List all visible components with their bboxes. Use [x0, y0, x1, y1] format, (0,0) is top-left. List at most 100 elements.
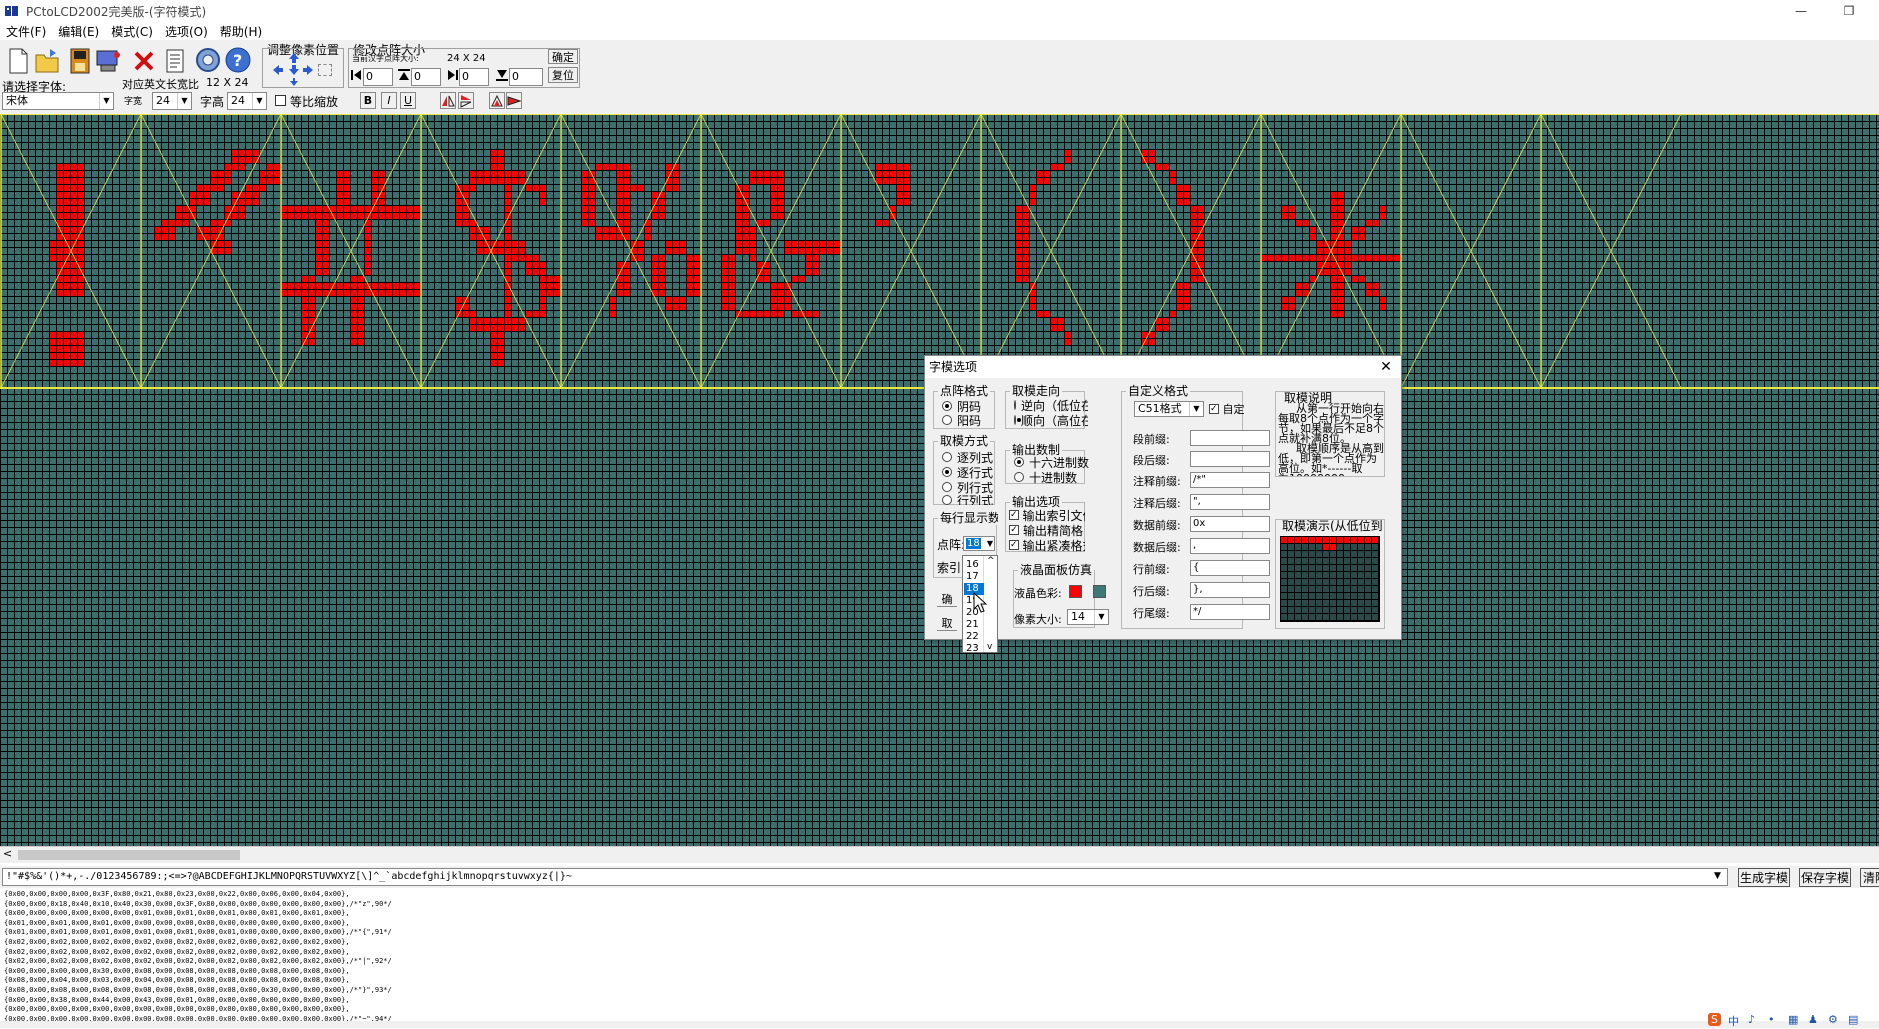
check-tight[interactable]: ✓输出紧凑格式: [1009, 538, 1085, 552]
pixel-on: [197, 234, 203, 240]
top-spin[interactable]: 0: [411, 68, 441, 86]
radio-decimal[interactable]: 十进制数: [1014, 470, 1077, 485]
open-file-button[interactable]: [33, 43, 60, 77]
batch-button[interactable]: [95, 43, 122, 77]
reset-size-button[interactable]: 复位: [548, 67, 578, 83]
italic-button[interactable]: I: [381, 92, 397, 109]
field-input[interactable]: ",: [1190, 494, 1270, 510]
font-select[interactable]: 宋体 ▼: [2, 92, 114, 110]
page-button[interactable]: [161, 43, 188, 77]
menu-mode[interactable]: 模式(C): [111, 23, 153, 40]
dropdown-item[interactable]: 17: [964, 571, 984, 583]
delete-button[interactable]: [130, 43, 157, 77]
shift-right-button[interactable]: [301, 64, 315, 76]
dot-count-select[interactable]: 18 ▼: [963, 536, 995, 551]
audio-icon[interactable]: ♪: [1748, 1013, 1755, 1026]
proportional-checkbox[interactable]: [275, 95, 286, 106]
lcd-on-color-swatch[interactable]: [1069, 585, 1082, 598]
bold-button[interactable]: B: [360, 92, 376, 109]
bottom-spin[interactable]: 0: [509, 68, 543, 86]
field-input[interactable]: */: [1190, 604, 1270, 620]
settings-button[interactable]: [194, 43, 221, 77]
pixel-on: [1177, 192, 1183, 198]
menu-options[interactable]: 选项(O): [165, 23, 208, 40]
menu-icon[interactable]: ▤: [1848, 1013, 1858, 1026]
shift-left-button[interactable]: [271, 64, 285, 76]
format-select[interactable]: C51格式 ▼: [1134, 401, 1204, 417]
pixel-on: [57, 332, 63, 338]
scroll-thumb[interactable]: [18, 850, 240, 860]
radio-row-column[interactable]: 行列式: [942, 495, 993, 505]
pixel-on: [281, 213, 287, 219]
cancel-button[interactable]: 取: [937, 616, 957, 631]
dropdown-item[interactable]: 23: [964, 643, 984, 655]
shift-down-button[interactable]: [287, 64, 301, 76]
help-button[interactable]: ?: [224, 43, 251, 77]
field-input[interactable]: /*": [1190, 472, 1270, 488]
minimize-button[interactable]: —: [1778, 0, 1824, 22]
punctuation-icon[interactable]: •: [1768, 1013, 1775, 1026]
scroll-left-icon[interactable]: <: [3, 847, 12, 860]
confirm-size-button[interactable]: 确定: [548, 49, 578, 64]
ok-button[interactable]: 确: [937, 592, 957, 607]
dropdown-item[interactable]: 22: [964, 631, 984, 643]
shift-up-button[interactable]: [287, 52, 301, 64]
chinese-input-icon[interactable]: 中: [1728, 1013, 1739, 1029]
left-spin[interactable]: 0: [363, 68, 393, 86]
invert-button[interactable]: [506, 92, 522, 109]
field-input[interactable]: ,: [1190, 538, 1270, 554]
user-icon[interactable]: ♟: [1808, 1013, 1818, 1026]
menu-edit[interactable]: 编辑(E): [58, 23, 99, 40]
rotate-button[interactable]: [489, 92, 505, 109]
radio-positive[interactable]: 阳码: [942, 413, 981, 428]
pixel-size-select[interactable]: 14 ▼: [1067, 609, 1109, 625]
character-input[interactable]: !"#$%&'()*+,-./0123456789:;<=>?@ABCDEFGH…: [2, 868, 1728, 886]
check-compact[interactable]: ✓ 输出精简格: [1009, 523, 1085, 537]
check-index-file[interactable]: ✓输出索引文件: [1009, 508, 1085, 522]
radio-hex[interactable]: 十六进制数: [1014, 455, 1089, 470]
horizontal-scrollbar[interactable]: <: [0, 846, 1879, 863]
field-input[interactable]: 0x: [1190, 516, 1270, 532]
menu-help[interactable]: 帮助(H): [220, 23, 262, 40]
mirror-h-button[interactable]: [440, 92, 456, 109]
radio-column-row[interactable]: 列行式: [942, 480, 993, 495]
output-text-area[interactable]: {0x00,0x00,0x00,0x00,0x3F,0x80,0x21,0x80…: [0, 889, 1879, 1021]
menu-file[interactable]: 文件(F): [6, 23, 46, 40]
shift-down2-button[interactable]: [287, 76, 301, 87]
save-button[interactable]: [66, 43, 93, 77]
right-spin[interactable]: 0: [459, 68, 489, 86]
height-select[interactable]: 24 ▼: [227, 92, 267, 110]
dropdown-item[interactable]: 16: [964, 559, 984, 571]
radio-reverse[interactable]: 逆向（低位在前: [1014, 398, 1088, 412]
dropdown-item[interactable]: 21: [964, 619, 984, 631]
restore-button[interactable]: ❐: [1826, 0, 1872, 22]
field-input[interactable]: [1190, 430, 1270, 446]
chevron-down-icon[interactable]: ▼: [1714, 871, 1721, 881]
lcd-off-color-swatch[interactable]: [1093, 585, 1106, 598]
scroll-up-icon[interactable]: ^: [987, 556, 995, 566]
mirror-v-button[interactable]: [458, 92, 474, 109]
radio-forward[interactable]: 顺向（高位在前: [1014, 413, 1088, 427]
settings-icon[interactable]: ⚙: [1828, 1013, 1838, 1026]
center-button[interactable]: [318, 64, 332, 76]
field-input[interactable]: },: [1190, 582, 1270, 598]
custom-format-checkbox[interactable]: ✓自定义格式: [1209, 402, 1245, 416]
new-file-button[interactable]: [3, 43, 30, 77]
field-input[interactable]: {: [1190, 560, 1270, 576]
radio-row[interactable]: 逐行式: [942, 465, 993, 480]
pixel-on: [1142, 339, 1148, 345]
underline-button[interactable]: U: [400, 92, 416, 109]
field-input[interactable]: [1190, 451, 1270, 467]
close-icon[interactable]: ✕: [1377, 358, 1395, 376]
width-select[interactable]: 24 ▼: [152, 92, 192, 110]
sogou-icon[interactable]: S: [1708, 1013, 1721, 1026]
radio-column[interactable]: 逐列式: [942, 450, 993, 465]
save-font-button[interactable]: 保存字模: [1799, 868, 1851, 887]
dot-count-value: 18: [966, 538, 981, 549]
pixel-on: [722, 304, 728, 310]
pixel-on: [680, 241, 686, 247]
generate-button[interactable]: 生成字模: [1738, 868, 1790, 887]
keyboard-icon[interactable]: ▦: [1788, 1013, 1798, 1026]
scroll-down-icon[interactable]: v: [987, 642, 992, 652]
clear-button[interactable]: 清除: [1860, 868, 1879, 887]
